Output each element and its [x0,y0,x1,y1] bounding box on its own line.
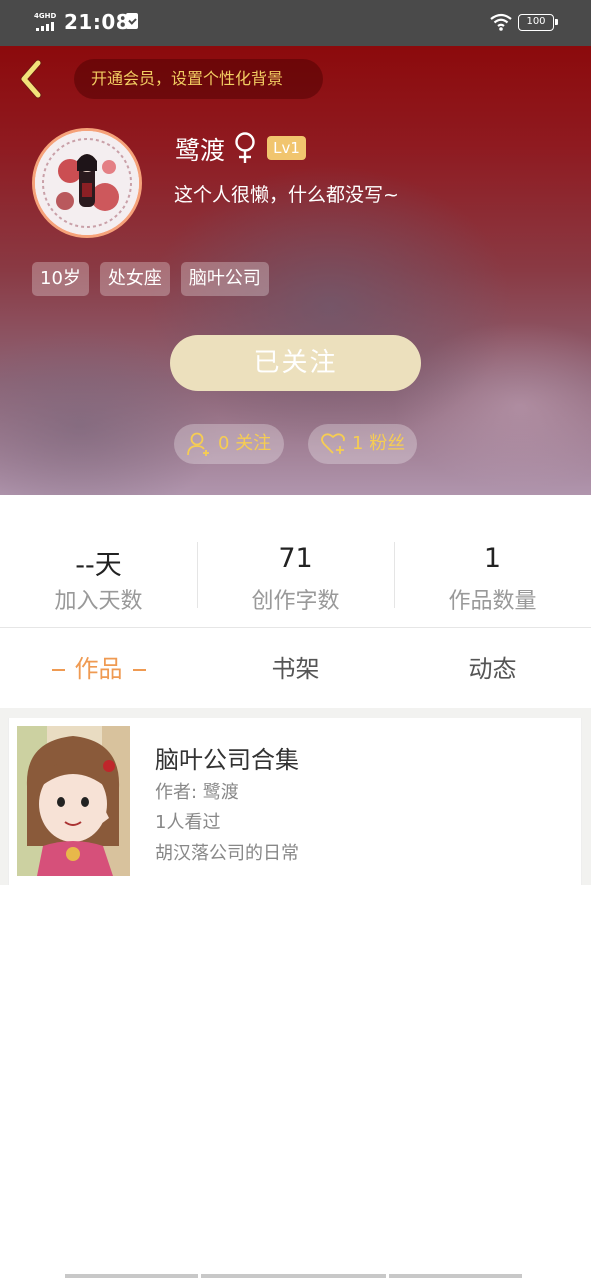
work-author: 作者: 鹭渡 [155,782,239,803]
work-cover-image [17,726,130,876]
wifi-icon [490,13,512,31]
tab-works[interactable]: 作品 [0,629,197,708]
content-gutter [0,708,8,885]
tag-company: 脑叶公司 [180,262,269,296]
tab-indicator-right [132,669,146,671]
heart-plus-icon [321,433,345,454]
user-name: 鹭渡 [175,136,226,165]
avatar[interactable] [32,128,142,238]
stat-label: 作品数量 [448,589,537,614]
fans-count: 1 [352,433,364,454]
profile-header: 开通会员，设置个性化背景 鹭渡 Lv1 这个人很懒，什么都没写~ 10岁 处女座… [0,46,591,495]
following-count: 0 [218,433,230,454]
stat-value: 71 [278,543,313,574]
battery-icon: 100 [518,14,558,31]
clock: 21:08 [64,10,131,34]
signal-icon: 4GHD [34,12,58,32]
work-description: 胡汉落公司的日常 [155,843,299,864]
following-label: 关注 [235,433,272,454]
work-card[interactable]: 脑叶公司合集 作者: 鹭渡 1人看过 胡汉落公司的日常 [8,718,582,885]
stat-value: --天 [75,550,122,581]
bottom-gesture-bar [65,1274,525,1278]
fans-label: 粉丝 [369,433,406,454]
vip-background-promo[interactable]: 开通会员，设置个性化背景 [74,59,323,99]
stat-works-count: 1 作品数量 [394,495,591,628]
fans-count-pill[interactable]: 1 粉丝 [308,424,417,464]
add-user-icon [187,432,209,456]
tab-bookshelf[interactable]: 书架 [197,629,394,708]
work-title[interactable]: 脑叶公司合集 [155,740,299,775]
profile-tags: 10岁 处女座 脑叶公司 [32,262,280,296]
stat-label: 创作字数 [251,589,340,614]
content-gutter [582,708,591,885]
stat-value: 1 [483,543,502,574]
content-spacer [0,708,591,718]
tab-indicator-left [51,669,65,671]
stat-label: 加入天数 [54,589,143,614]
tab-activity[interactable]: 动态 [394,629,591,708]
tag-zodiac: 处女座 [99,262,170,296]
stat-join-days: --天 加入天数 [0,495,197,628]
clipboard-check-icon [126,13,138,29]
female-icon [235,132,255,163]
stat-word-count: 71 创作字数 [197,495,394,628]
followed-button[interactable]: 已关注 [170,335,421,391]
network-type: 4GHD [34,12,57,20]
tag-age: 10岁 [32,262,89,296]
work-views: 1人看过 [155,812,221,833]
profile-stats: --天 加入天数 71 创作字数 1 作品数量 [0,495,591,628]
status-bar: 4GHD 21:08 100 [0,0,591,46]
avatar-image [35,131,139,235]
user-bio: 这个人很懒，什么都没写~ [174,184,399,206]
back-arrow-icon[interactable] [14,58,50,100]
following-count-pill[interactable]: 0 关注 [174,424,284,464]
tab-label: 作品 [74,655,123,683]
level-badge: Lv1 [267,136,306,160]
profile-tabs: 作品 书架 动态 [0,629,591,708]
